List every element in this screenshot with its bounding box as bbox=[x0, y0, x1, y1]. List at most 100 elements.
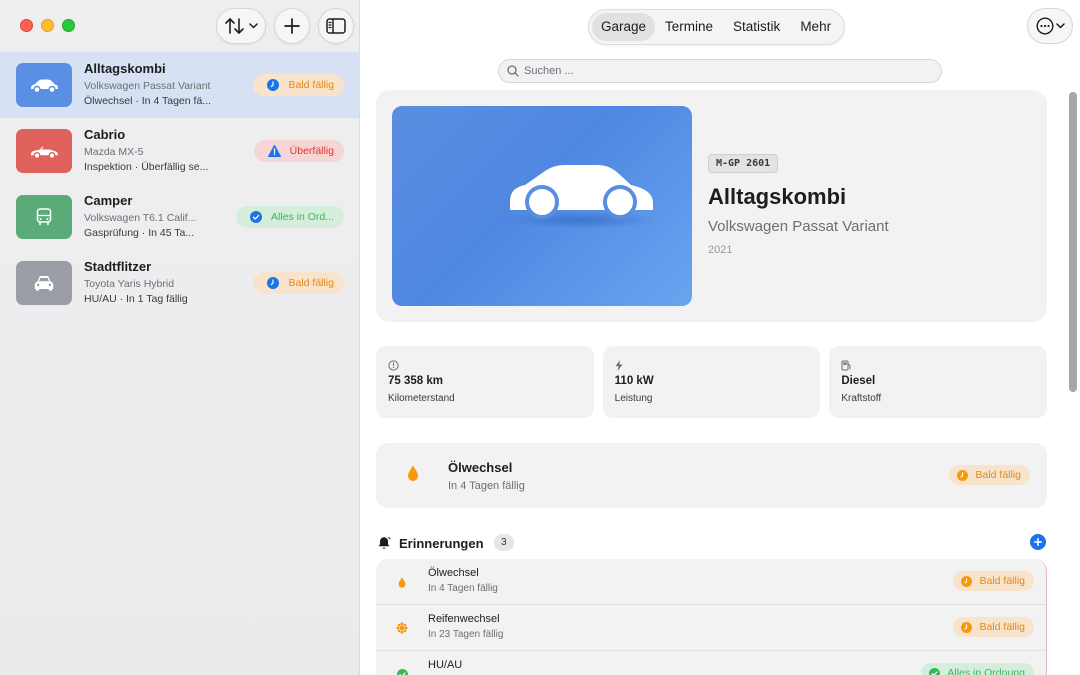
vehicle-model: Volkswagen Passat Variant bbox=[84, 80, 211, 92]
reminder-icon-wrap bbox=[396, 575, 408, 589]
vehicle-name: Cabrio bbox=[84, 127, 126, 142]
chevron-down-icon bbox=[249, 23, 258, 29]
vehicle-thumbnail bbox=[16, 195, 72, 239]
vehicle-row[interactable]: Stadtflitzer Toyota Yaris Hybrid HU/AU ·… bbox=[0, 250, 359, 316]
status-badge-label: Bald fällig bbox=[979, 621, 1025, 633]
reminder-title: Ölwechsel bbox=[428, 567, 479, 579]
car-icon bbox=[31, 79, 58, 93]
vehicle-status: Gasprüfung · In 45 Ta... bbox=[84, 227, 195, 239]
tab-termine[interactable]: Termine bbox=[655, 13, 723, 41]
status-badge-label: Bald fällig bbox=[975, 469, 1021, 481]
next-service-card[interactable]: Ölwechsel In 4 Tagen fällig Bald fällig bbox=[376, 443, 1047, 508]
list-item[interactable]: Ölwechsel In 4 Tagen fällig Bald fällig bbox=[376, 559, 1046, 605]
reminder-title: Reifenwechsel bbox=[428, 613, 500, 625]
reminders-count: 3 bbox=[494, 534, 514, 551]
scrollbar-thumb[interactable] bbox=[1069, 92, 1077, 392]
stat-card-power: 110 kW Leistung bbox=[602, 346, 821, 418]
stat-card-fuel: Diesel Kraftstoff bbox=[829, 346, 1048, 418]
vehicle-status: HU/AU · In 1 Tag fällig bbox=[84, 293, 188, 305]
window-controls bbox=[20, 19, 75, 32]
vehicle-name: Camper bbox=[84, 193, 133, 208]
vehicle-model: Volkswagen T6.1 Calif... bbox=[84, 212, 197, 224]
status-badge: Bald fällig bbox=[953, 571, 1034, 591]
bolt-icon bbox=[615, 360, 623, 371]
vehicle-detail: M-GP 2601 Alltagskombi Volkswagen Passat… bbox=[376, 90, 1048, 675]
convertible-icon bbox=[31, 146, 58, 159]
stat-label: Kraftstoff bbox=[841, 393, 882, 404]
toggle-sidebar-button[interactable] bbox=[318, 8, 354, 44]
minimize-window-button[interactable] bbox=[41, 19, 54, 32]
reminders-header: Erinnerungen 3 bbox=[376, 533, 1047, 553]
clock-icon bbox=[267, 79, 280, 91]
clock-icon bbox=[961, 575, 973, 587]
reminders-title: Erinnerungen bbox=[399, 536, 484, 551]
vehicle-thumbnail bbox=[16, 129, 72, 173]
bell-icon bbox=[378, 537, 391, 549]
checkmark-seal-icon bbox=[249, 211, 262, 223]
status-badge-label: Bald fällig bbox=[288, 79, 334, 91]
status-badge-label: Überfällig bbox=[289, 145, 334, 157]
vehicle-row[interactable]: Alltagskombi Volkswagen Passat Variant Ö… bbox=[0, 52, 359, 118]
vehicle-thumbnail bbox=[16, 261, 72, 305]
tab-garage[interactable]: Garage bbox=[592, 13, 656, 41]
plus-icon bbox=[1034, 538, 1042, 546]
reminders-list: Ölwechsel In 4 Tagen fällig Bald fällig … bbox=[376, 559, 1047, 675]
search-field[interactable] bbox=[498, 59, 942, 83]
stat-value: 110 kW bbox=[614, 375, 654, 387]
vehicle-hero-card: M-GP 2601 Alltagskombi Volkswagen Passat… bbox=[376, 90, 1047, 322]
more-options-button[interactable] bbox=[1027, 8, 1073, 44]
status-badge-label: Alles in Ord... bbox=[270, 211, 334, 223]
close-window-button[interactable] bbox=[20, 19, 33, 32]
stat-value: 75 358 km bbox=[388, 375, 443, 387]
vehicle-name: Alltagskombi bbox=[84, 61, 166, 76]
zoom-window-button[interactable] bbox=[62, 19, 75, 32]
list-item[interactable]: HU/AU Alles in Ordnung bbox=[376, 651, 1046, 675]
next-service-title: Ölwechsel bbox=[448, 460, 513, 475]
status-badge: Bald fällig bbox=[949, 465, 1030, 485]
oil-drop-icon bbox=[408, 465, 418, 481]
sidebar: Alltagskombi Volkswagen Passat Variant Ö… bbox=[0, 0, 360, 675]
status-badge: Bald fällig bbox=[253, 272, 344, 294]
search-icon bbox=[507, 65, 519, 77]
reminder-subtitle: In 23 Tagen fällig bbox=[428, 629, 504, 640]
reminder-title: HU/AU bbox=[428, 659, 463, 671]
vehicle-row[interactable]: Cabrio Mazda MX-5 Inspektion · Überfälli… bbox=[0, 118, 359, 184]
vehicle-model: Toyota Yaris Hybrid bbox=[84, 278, 175, 290]
car-icon bbox=[504, 165, 660, 229]
clock-icon bbox=[267, 277, 280, 289]
sort-menu-button[interactable] bbox=[216, 8, 266, 44]
vehicle-stats: 75 358 km Kilometerstand 110 kW Leistung… bbox=[376, 346, 1048, 418]
bus-icon bbox=[36, 208, 52, 226]
clock-icon bbox=[961, 621, 973, 633]
status-badge-label: Bald fällig bbox=[288, 277, 334, 289]
sidebar-toolbar bbox=[216, 8, 354, 44]
vehicle-thumbnail bbox=[16, 63, 72, 107]
next-service-subtitle: In 4 Tagen fällig bbox=[448, 480, 525, 492]
sidebar-icon bbox=[326, 18, 346, 34]
tab-statistik[interactable]: Statistik bbox=[723, 13, 790, 41]
status-badge: Bald fällig bbox=[953, 617, 1034, 637]
reminder-subtitle: In 4 Tagen fällig bbox=[428, 583, 498, 594]
vehicle-image bbox=[392, 106, 692, 306]
checkmark-icon bbox=[929, 667, 941, 675]
vehicle-status: Inspektion · Überfällig se... bbox=[84, 161, 209, 173]
add-vehicle-button[interactable] bbox=[274, 8, 310, 44]
vehicle-model: Mazda MX-5 bbox=[84, 146, 144, 158]
tab-bar: Garage Termine Statistik Mehr bbox=[588, 9, 846, 45]
stat-value: Diesel bbox=[841, 375, 876, 387]
license-plate: M-GP 2601 bbox=[708, 154, 779, 173]
plus-icon bbox=[284, 18, 300, 34]
status-badge: Überfällig bbox=[253, 140, 344, 162]
search-input[interactable] bbox=[524, 65, 924, 77]
fuel-icon bbox=[841, 360, 851, 371]
list-item[interactable]: Reifenwechsel In 23 Tagen fällig Bald fä… bbox=[376, 605, 1046, 651]
car-front-icon bbox=[34, 276, 54, 291]
status-badge-label: Alles in Ordnung bbox=[947, 667, 1025, 675]
vehicle-row[interactable]: Camper Volkswagen T6.1 Calif... Gasprüfu… bbox=[0, 184, 359, 250]
status-badge: Alles in Ord... bbox=[235, 206, 344, 228]
tab-mehr[interactable]: Mehr bbox=[790, 13, 841, 41]
check-icon bbox=[396, 668, 408, 675]
main-content: Garage Termine Statistik Mehr Suchen ...… bbox=[360, 0, 1080, 675]
add-reminder-button[interactable] bbox=[1030, 534, 1046, 550]
vehicle-status: Ölwechsel · In 4 Tagen fä... bbox=[84, 95, 212, 107]
